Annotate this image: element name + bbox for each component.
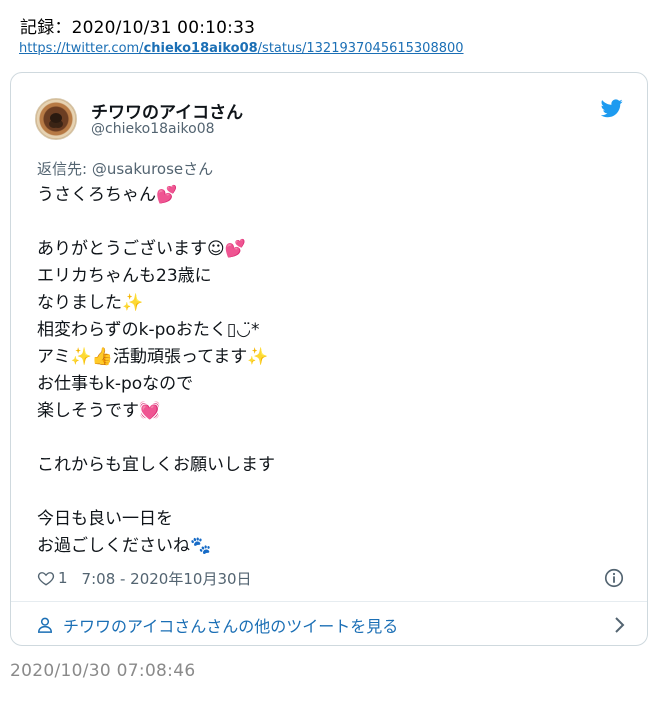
info-icon[interactable] [603,567,625,589]
saved-timestamp: 2020/10/30 07:08:46 [10,661,196,681]
tweet-line [37,425,627,452]
tweet-line [37,479,627,506]
more-tweets-link[interactable]: チワワのアイコさんさんの他のツイートを見る [35,613,627,637]
tweet-line: お仕事もk-poなので [37,374,194,394]
tweet-timestamp[interactable]: 7:08 - 2020年10月30日 [82,568,252,589]
tweet-line: うさくろちゃん💕 [37,185,178,205]
display-name[interactable]: チワワのアイコさん [91,98,243,123]
tweet-line: 今日も良い一日を [37,509,173,529]
tweet-line: ありがとうございます☺💕 [37,239,246,259]
reply-to-label[interactable]: 返信先: @usakuroseさん [37,158,213,179]
tweet-line [37,209,627,236]
tweet-text: うさくろちゃん💕 ありがとうございます☺💕 エリカちゃんも23歳に なりました✨… [37,182,627,560]
person-icon [37,617,53,633]
tweet-line: エリカちゃんも23歳に [37,266,212,286]
source-link-suffix: /status/1321937045615308800 [257,41,464,56]
tweet-line: お過ごしくださいね🐾 [37,536,212,556]
tweet-line: なりました✨ [37,293,144,313]
like-count: 1 [58,569,68,587]
tweet-meta: 1 7:08 - 2020年10月30日 [37,567,252,589]
avatar[interactable] [35,98,77,140]
chevron-right-icon [615,617,625,633]
source-link-prefix: https://twitter.com/ [19,41,144,56]
card-divider [11,601,647,602]
record-header: 記録：2020/10/31 00:10:33 [20,18,256,38]
user-handle[interactable]: @chieko18aiko08 [91,121,215,137]
twitter-bird-icon[interactable] [601,99,623,118]
tweet-line: これからも宜しくお願いします [37,455,275,475]
tweet-line: 相変わらずのk-poおたく▯◡̈* [37,320,260,340]
tweet-line: 楽しそうです💓 [37,401,161,421]
tweet-card: チワワのアイコさん @chieko18aiko08 返信先: @usakuros… [10,72,648,646]
more-tweets-label: チワワのアイコさんさんの他のツイートを見る [63,617,399,636]
source-link-user: chieko18aiko08 [143,41,258,56]
tweet-source-link[interactable]: https://twitter.com/chieko18aiko08/statu… [19,41,464,56]
tweet-line: アミ✨👍活動頑張ってます✨ [37,347,269,367]
heart-icon[interactable] [37,569,55,587]
